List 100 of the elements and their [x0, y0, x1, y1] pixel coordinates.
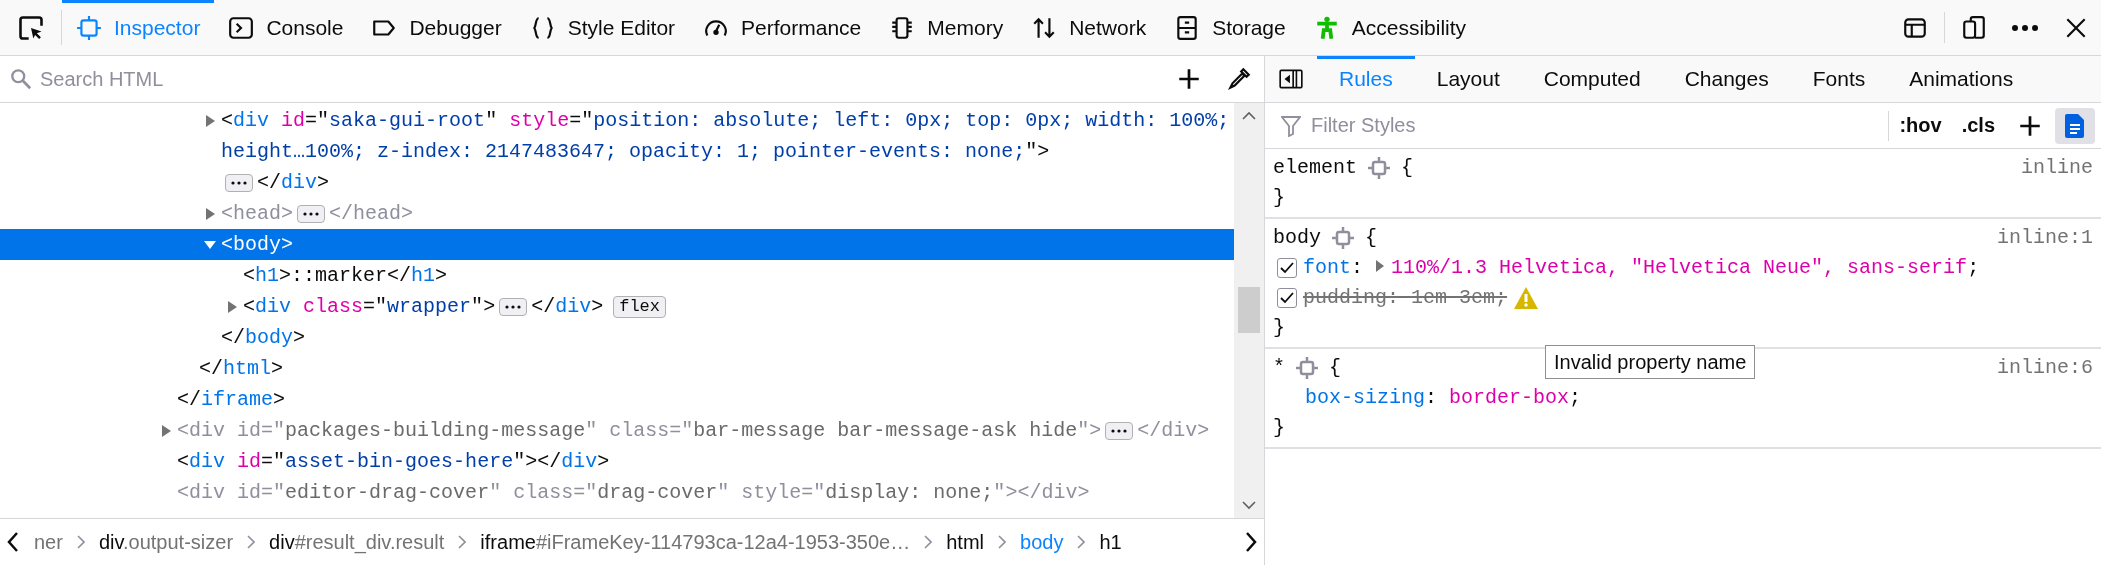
expand-arrow-icon[interactable] — [204, 238, 216, 251]
more-icon — [2011, 23, 2039, 32]
markup-text: </div> — [531, 294, 604, 320]
toolbar-tab[interactable]: Accessibility — [1299, 0, 1481, 55]
selected-row[interactable]: <body> — [0, 229, 1234, 260]
search-field[interactable]: Search HTML — [38, 66, 1155, 92]
markup-text: </html> — [199, 356, 284, 382]
dots-icon — [1111, 428, 1128, 433]
markup-row[interactable]: <div id="editor-drag-cover" class="drag-cover" style="display: none;"></div> — [0, 477, 1234, 508]
toolbar-tab[interactable]: Network — [1017, 0, 1161, 55]
breadcrumb-item[interactable]: ner — [34, 530, 63, 554]
toolbar-tab[interactable]: Memory — [875, 0, 1018, 55]
document-icon — [2064, 112, 2086, 139]
filter-icon — [1281, 114, 1301, 137]
warning-icon — [1513, 286, 1540, 310]
markup-row[interactable]: </body> — [0, 322, 1234, 353]
markup-row[interactable]: <div id="asset-bin-goes-here"></div> — [0, 446, 1234, 477]
chevron-icon — [924, 535, 933, 549]
toggle-button[interactable]: :hov — [1889, 114, 1952, 137]
markup-text: </iframe> — [177, 387, 286, 413]
rule-source[interactable]: inline:6 — [1997, 353, 2093, 383]
highlighter-icon[interactable] — [1295, 356, 1319, 380]
highlighter-icon[interactable] — [1367, 156, 1391, 180]
breadcrumb-item[interactable]: div#result_div.result — [269, 530, 445, 554]
eyedropper-icon — [1226, 66, 1252, 92]
css-declaration[interactable]: pudding: 1em 3em; — [1303, 283, 1508, 313]
css-declaration[interactable]: box-sizing: border-box; — [1305, 383, 1582, 413]
breadcrumb-item[interactable]: iframe#iFrameKey-114793ca-12a4-1953-350e… — [480, 530, 911, 554]
markup-text: <div class="wrapper"> — [243, 294, 496, 320]
close-brace: } — [1273, 316, 1285, 339]
rule-selector: element — [1273, 155, 1357, 181]
inspector-icon — [76, 14, 102, 41]
chevron-icon — [458, 535, 467, 549]
sidebar-tab[interactable]: Changes — [1662, 56, 1791, 102]
toolbar-tab[interactable]: Storage — [1160, 0, 1300, 55]
markup-row[interactable]: <h1>::marker</h1> — [0, 260, 1234, 291]
tooltip: Invalid property name — [1545, 345, 1756, 379]
markup-text: <div id="saka-gui-root" style="position: absolute; left: 0px; top: 0px; width: 100%; height…100%; z-index: 2147483647; opacity: 1; pointer-events: none;"> — [221, 108, 1231, 165]
print-simulation-button[interactable] — [2055, 107, 2095, 144]
toolbar-tab[interactable]: Performance — [689, 0, 876, 55]
declaration-checkbox[interactable] — [1277, 288, 1297, 308]
dots-icon — [231, 180, 247, 185]
markup-row[interactable]: </html> — [0, 353, 1234, 384]
markup-text: </head> — [329, 201, 414, 227]
rule-source[interactable]: inline:1 — [1997, 223, 2093, 253]
rule-selector: body — [1273, 225, 1321, 251]
sidebar-tab[interactable]: Computed — [1521, 56, 1663, 102]
breadcrumb-item[interactable]: h1 — [1099, 530, 1122, 554]
markup-text: <h1>::marker</h1> — [243, 263, 448, 289]
expand-arrow-icon[interactable] — [226, 300, 238, 313]
markup-row[interactable]: <div class="wrapper"> </div> flex — [0, 291, 1234, 322]
scrollbar-thumb[interactable] — [1238, 287, 1260, 333]
toolbar-tab[interactable]: Console — [214, 0, 358, 55]
scroll-left-icon[interactable] — [6, 531, 20, 553]
chevron-icon — [247, 535, 256, 549]
close-brace: } — [1273, 186, 1285, 209]
dots-icon — [505, 304, 522, 309]
rule-source[interactable]: inline — [2021, 153, 2093, 183]
css-declaration[interactable]: font: 110%/1.3 Helvetica, "Helvetica Neue", sans-serif; — [1303, 253, 1980, 283]
open-brace: { — [1329, 355, 1342, 381]
highlighter-icon[interactable] — [1331, 226, 1355, 250]
open-brace: { — [1365, 225, 1378, 251]
breadcrumb-item[interactable]: body — [1020, 530, 1064, 554]
close-brace: } — [1273, 416, 1285, 439]
declaration-checkbox[interactable] — [1277, 258, 1297, 278]
expand-arrow-icon[interactable] — [204, 207, 216, 220]
sidebar-tab[interactable]: Fonts — [1790, 56, 1888, 102]
markup-text: <div id="packages-building-message" class="bar-message bar-message-ask hide"> — [177, 418, 1102, 444]
scrollbar[interactable] — [1234, 103, 1264, 518]
sidebar-tab[interactable]: Animations — [1887, 56, 2036, 102]
devices-icon — [1961, 14, 1987, 41]
markup-text: <head> — [221, 201, 294, 227]
pick-element-icon — [16, 13, 45, 42]
markup-text: <div id="editor-drag-cover" class="drag-cover" style="display: none;"></div> — [177, 480, 1090, 506]
chevron-icon — [1077, 535, 1086, 549]
dots-button[interactable] — [499, 297, 528, 316]
markup-text: </div> — [257, 170, 330, 196]
breadcrumb-item[interactable]: html — [946, 530, 985, 554]
sidebar-tab[interactable]: Layout — [1414, 56, 1522, 102]
scroll-up-icon — [1242, 111, 1256, 121]
scroll-right-icon[interactable] — [1244, 531, 1258, 553]
expand-arrow-icon[interactable] — [160, 424, 172, 437]
markup-text: </body> — [221, 325, 306, 351]
toolbar-tab[interactable]: Debugger — [357, 0, 516, 55]
dots-button[interactable] — [225, 173, 253, 192]
scroll-down-icon — [1242, 500, 1256, 510]
dots-button[interactable] — [1105, 421, 1134, 440]
flex-badge[interactable]: flex — [613, 295, 666, 318]
toolbar-tab[interactable]: Style Editor — [515, 0, 690, 55]
toggle-button[interactable]: .cls — [1951, 114, 2005, 137]
expand-arrow-icon[interactable] — [204, 114, 216, 127]
markup-row[interactable]: <div id="saka-gui-root" style="position: absolute; left: 0px; top: 0px; width: 100%; height…100%; z-index: 2147483647; opacity: 1; pointer-events: none;"> </div> — [0, 105, 1234, 198]
markup-row[interactable]: <div id="packages-building-message" class="bar-message bar-message-ask hide"> </div> — [0, 415, 1234, 446]
markup-text: <div id="asset-bin-goes-here"></div> — [177, 449, 610, 475]
breadcrumb-item[interactable]: div.output-sizer — [98, 530, 234, 554]
markup-row[interactable]: </iframe> — [0, 384, 1234, 415]
plus-icon — [1176, 66, 1202, 92]
dots-button[interactable] — [297, 204, 326, 223]
chevron-icon — [998, 535, 1007, 549]
filter-field[interactable]: Filter Styles — [1309, 113, 1889, 138]
